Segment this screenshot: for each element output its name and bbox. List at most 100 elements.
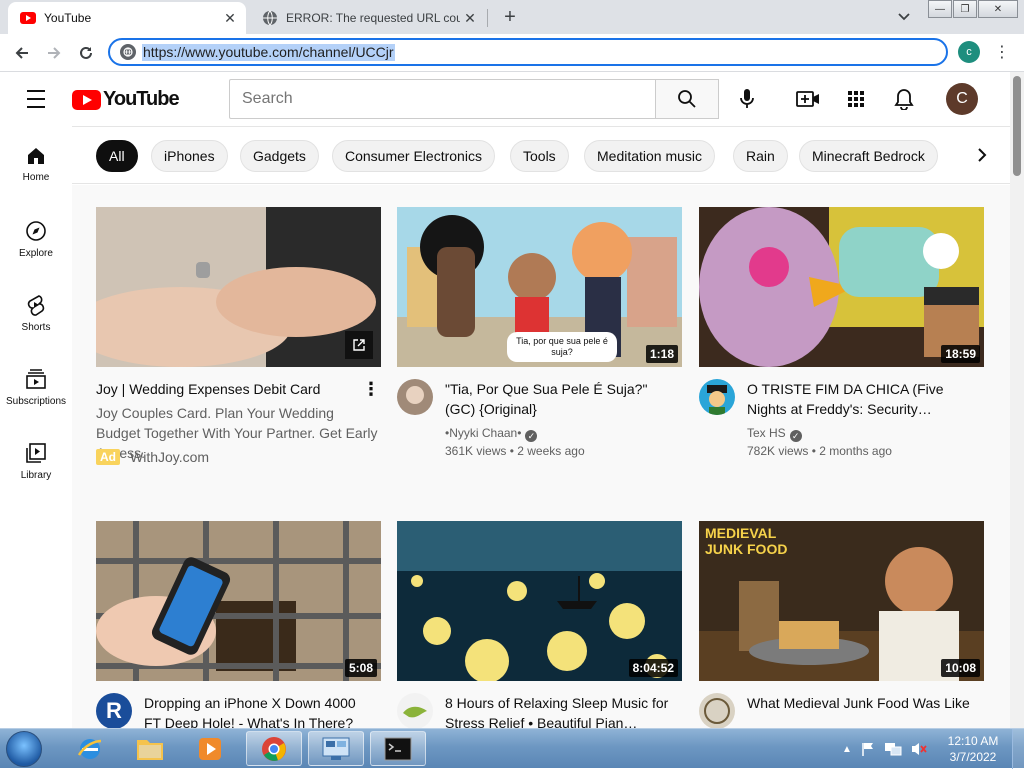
- remote-desktop-icon[interactable]: [308, 731, 364, 766]
- channel-avatar[interactable]: [699, 693, 735, 728]
- youtube-logo[interactable]: YouTube: [72, 88, 180, 111]
- video-title[interactable]: "Tia, Por Que Sua Pele É Suja?" (GC) {Or…: [445, 379, 673, 419]
- video-card[interactable]: 5:08 R Dropping an iPhone X Down 4000 FT…: [96, 521, 381, 728]
- chip-rain[interactable]: Rain: [733, 140, 788, 172]
- windows-start-orb-icon[interactable]: [6, 731, 42, 767]
- hamburger-menu-icon[interactable]: [24, 88, 48, 110]
- tab-youtube[interactable]: YouTube ✕: [8, 2, 246, 34]
- video-stats: 782K views • 2 months ago: [747, 444, 892, 458]
- search-input[interactable]: Search: [229, 79, 656, 119]
- apps-grid-icon[interactable]: [844, 87, 868, 111]
- video-title[interactable]: What Medieval Junk Food Was Like: [747, 693, 975, 713]
- restore-window-icon[interactable]: ❐: [953, 0, 977, 18]
- close-window-icon[interactable]: ✕: [978, 0, 1018, 18]
- channel-name-text[interactable]: Tex HS: [747, 426, 786, 440]
- sidebar-item-home[interactable]: Home: [0, 126, 72, 200]
- microphone-icon[interactable]: [735, 87, 759, 111]
- category-chips-bar: All iPhones Gadgets Consumer Electronics…: [72, 126, 1010, 184]
- channel-avatar[interactable]: R: [96, 693, 132, 728]
- video-duration: 10:08: [941, 659, 980, 677]
- network-icon[interactable]: [884, 741, 902, 757]
- video-thumbnail[interactable]: 18:59: [699, 207, 984, 367]
- address-bar[interactable]: https://www.youtube.com/channel/UCCjr: [108, 38, 948, 66]
- file-explorer-folder-icon[interactable]: [122, 731, 178, 766]
- tab-title: YouTube: [44, 11, 92, 25]
- video-card[interactable]: 18:59 O TRISTE FIM DA CHICA (Five Nights…: [699, 207, 984, 507]
- channel-name[interactable]: Tex HS ✓: [747, 426, 802, 442]
- show-desktop-button[interactable]: [1012, 729, 1024, 769]
- channel-avatar[interactable]: [699, 379, 735, 415]
- home-icon: [28, 148, 44, 164]
- site-info-icon[interactable]: [120, 44, 136, 60]
- reload-icon[interactable]: [74, 42, 98, 64]
- command-prompt-icon[interactable]: [370, 731, 426, 766]
- browser-toolbar: https://www.youtube.com/channel/UCCjr c …: [0, 34, 1024, 72]
- search-button[interactable]: [655, 79, 719, 119]
- channel-name-text[interactable]: •Nyyki Chaan•: [445, 426, 521, 440]
- forward-arrow-icon[interactable]: [42, 42, 66, 64]
- browser-menu-kebab-icon[interactable]: ⋮: [994, 42, 1010, 62]
- chip-iphones[interactable]: iPhones: [151, 140, 228, 172]
- video-title[interactable]: 8 Hours of Relaxing Sleep Music for Stre…: [445, 693, 673, 728]
- advertiser-domain[interactable]: WithJoy.com: [130, 449, 209, 465]
- channel-avatar[interactable]: [397, 379, 433, 415]
- chevron-right-icon[interactable]: [970, 143, 994, 167]
- internet-explorer-icon[interactable]: [62, 731, 118, 766]
- channel-name[interactable]: •Nyyki Chaan• ✓: [445, 426, 538, 442]
- chip-gadgets[interactable]: Gadgets: [240, 140, 319, 172]
- channel-avatar[interactable]: [397, 693, 433, 728]
- scrollbar-thumb[interactable]: [1013, 76, 1021, 176]
- chip-meditation-music[interactable]: Meditation music: [584, 140, 716, 172]
- chip-tools[interactable]: Tools: [510, 140, 569, 172]
- open-external-icon[interactable]: [345, 331, 373, 359]
- tab-close-icon[interactable]: ✕: [220, 8, 240, 28]
- back-arrow-icon[interactable]: [10, 42, 34, 64]
- tab-close-icon[interactable]: ✕: [460, 8, 480, 28]
- sidebar-item-shorts[interactable]: Shorts: [0, 274, 72, 348]
- chrome-taskbar-icon[interactable]: [246, 731, 302, 766]
- sidebar-item-label: Subscriptions: [5, 396, 67, 407]
- sidebar-item-library[interactable]: Library: [0, 422, 72, 496]
- video-card[interactable]: 8:04:52 8 Hours of Relaxing Sleep Music …: [397, 521, 682, 728]
- video-thumbnail[interactable]: [96, 207, 381, 367]
- media-player-icon[interactable]: [182, 731, 238, 766]
- subscriptions-icon: [26, 369, 46, 389]
- url-text[interactable]: https://www.youtube.com/channel/UCCjr: [142, 44, 395, 61]
- thumbnail-speech-bubble: Tia, por que sua pele é suja?: [516, 336, 608, 357]
- create-video-icon[interactable]: [796, 87, 820, 111]
- taskbar-clock[interactable]: 12:10 AM 3/7/2022: [938, 733, 1008, 765]
- sidebar-item-explore[interactable]: Explore: [0, 200, 72, 274]
- minimize-window-icon[interactable]: —: [928, 0, 952, 18]
- video-thumbnail[interactable]: 8:04:52: [397, 521, 682, 681]
- page-scrollbar[interactable]: [1010, 72, 1024, 728]
- notifications-bell-icon[interactable]: [892, 87, 916, 111]
- ad-card[interactable]: Joy | Wedding Expenses Debit Card ⋮ Joy …: [96, 207, 381, 507]
- globe-icon: [262, 10, 278, 26]
- browser-profile-avatar[interactable]: c: [958, 41, 980, 63]
- action-center-flag-icon[interactable]: [860, 741, 876, 757]
- tab-search-chevron-icon[interactable]: [894, 8, 914, 26]
- library-icon: [26, 443, 46, 463]
- video-card[interactable]: MEDIEVAL JUNK FOOD 10:08 What Medieval J…: [699, 521, 984, 728]
- video-title[interactable]: O TRISTE FIM DA CHICA (Five Nights at Fr…: [747, 379, 975, 419]
- sidebar-item-subscriptions[interactable]: Subscriptions: [0, 348, 72, 422]
- video-stats: 361K views • 2 weeks ago: [445, 444, 585, 458]
- video-card[interactable]: Tia, por que sua pele é suja? 1:18 "Tia,…: [397, 207, 682, 507]
- sidebar-item-label: Explore: [19, 248, 53, 259]
- account-avatar[interactable]: C: [946, 83, 978, 115]
- search-icon: [678, 90, 696, 108]
- chip-minecraft-bedrock[interactable]: Minecraft Bedrock: [799, 140, 938, 172]
- chip-all[interactable]: All: [96, 140, 138, 172]
- chip-consumer-electronics[interactable]: Consumer Electronics: [332, 140, 495, 172]
- more-actions-kebab-icon[interactable]: ⋮: [362, 379, 380, 401]
- video-title[interactable]: Joy | Wedding Expenses Debit Card: [96, 379, 346, 399]
- video-title[interactable]: Dropping an iPhone X Down 4000 FT Deep H…: [144, 693, 372, 728]
- tab-error-page[interactable]: ERROR: The requested URL could ✕: [250, 2, 486, 34]
- video-thumbnail[interactable]: 5:08: [96, 521, 381, 681]
- new-tab-plus-icon[interactable]: +: [499, 6, 521, 28]
- tray-expand-arrow-icon[interactable]: ▲: [842, 744, 852, 755]
- volume-muted-icon[interactable]: [910, 741, 928, 757]
- video-thumbnail[interactable]: MEDIEVAL JUNK FOOD 10:08: [699, 521, 984, 681]
- video-thumbnail[interactable]: Tia, por que sua pele é suja? 1:18: [397, 207, 682, 367]
- video-feed: Joy | Wedding Expenses Debit Card ⋮ Joy …: [72, 185, 1010, 728]
